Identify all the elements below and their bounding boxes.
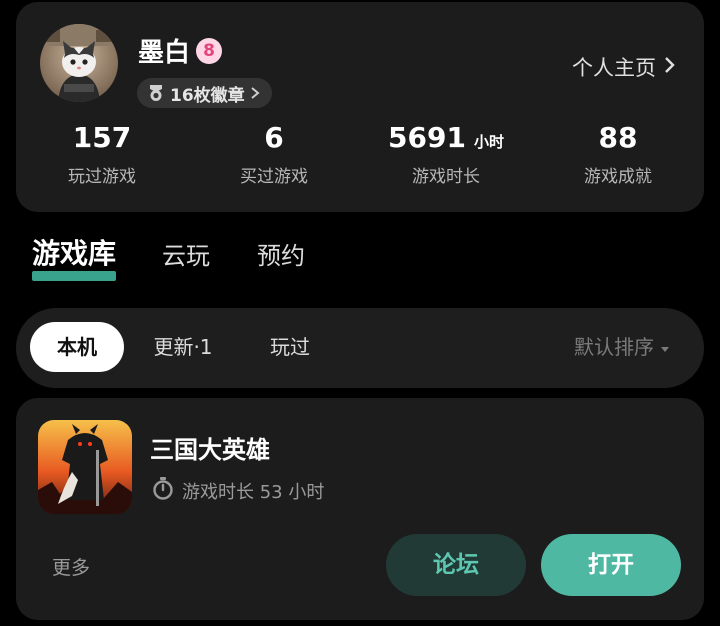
tab-label: 预约 — [257, 242, 305, 270]
game-title[interactable]: 三国大英雄 — [150, 430, 270, 465]
tab-label: 云玩 — [162, 242, 210, 270]
stat-value: 157 — [72, 121, 132, 154]
sort-dropdown[interactable]: 默认排序 — [574, 322, 670, 372]
homepage-label: 个人主页 — [572, 56, 656, 80]
tab-label: 游戏库 — [32, 237, 117, 270]
more-link[interactable]: 更多 — [52, 553, 90, 580]
stat-games-bought[interactable]: 6 买过游戏 — [188, 120, 360, 187]
stat-label: 玩过游戏 — [68, 167, 136, 187]
stopwatch-icon — [152, 476, 174, 505]
profile-card: 墨白 8 16枚徽章 个人主页 157 玩过游戏 6 买过游戏 5691 小时 … — [16, 2, 704, 212]
stat-play-time[interactable]: 5691 小时 游戏时长 — [360, 120, 532, 187]
stat-unit: 小时 — [473, 133, 504, 151]
stat-label: 游戏时长 — [412, 167, 480, 187]
tab-cloud-play[interactable]: 云玩 — [162, 236, 210, 271]
chevron-right-icon — [250, 86, 260, 100]
level-badge: 8 — [196, 37, 223, 64]
stat-label: 游戏成就 — [584, 167, 652, 187]
stat-achievements[interactable]: 88 游戏成就 — [532, 120, 704, 187]
game-card: 三国大英雄 游戏时长 53 小时 更多 论坛 打开 — [16, 398, 704, 620]
stat-value: 88 — [598, 121, 638, 154]
caret-down-icon — [660, 322, 670, 372]
sort-label: 默认排序 — [574, 335, 654, 359]
homepage-link[interactable]: 个人主页 — [572, 52, 676, 82]
forum-button[interactable]: 论坛 — [386, 534, 526, 596]
stat-value: 5691 — [388, 121, 466, 154]
username-row: 墨白 8 — [138, 32, 223, 69]
chip-played[interactable]: 玩过 — [252, 322, 328, 372]
stat-value: 6 — [264, 121, 284, 154]
cat-avatar-image — [40, 24, 118, 102]
badges-button[interactable]: 16枚徽章 — [137, 78, 272, 108]
chip-updates[interactable]: 更新·1 — [138, 322, 228, 372]
game-cover-image[interactable] — [38, 420, 132, 514]
tab-game-library[interactable]: 游戏库 — [32, 232, 117, 281]
chevron-right-icon — [664, 55, 676, 79]
open-button[interactable]: 打开 — [541, 534, 681, 596]
avatar[interactable] — [40, 24, 118, 102]
username: 墨白 — [138, 38, 191, 68]
chip-local[interactable]: 本机 — [30, 322, 124, 372]
tab-reservations[interactable]: 预约 — [257, 236, 305, 271]
filter-bar: 本机 更新·1 玩过 默认排序 — [16, 308, 704, 388]
badges-label: 16枚徽章 — [170, 85, 245, 106]
stats-row: 157 玩过游戏 6 买过游戏 5691 小时 游戏时长 88 游戏成就 — [16, 120, 704, 190]
game-playtime: 游戏时长 53 小时 — [152, 476, 324, 505]
stat-label: 买过游戏 — [240, 167, 308, 187]
playtime-text: 游戏时长 53 小时 — [182, 481, 325, 503]
active-tab-indicator — [32, 271, 117, 281]
stat-games-played[interactable]: 157 玩过游戏 — [16, 120, 188, 187]
medal-icon — [147, 84, 165, 102]
